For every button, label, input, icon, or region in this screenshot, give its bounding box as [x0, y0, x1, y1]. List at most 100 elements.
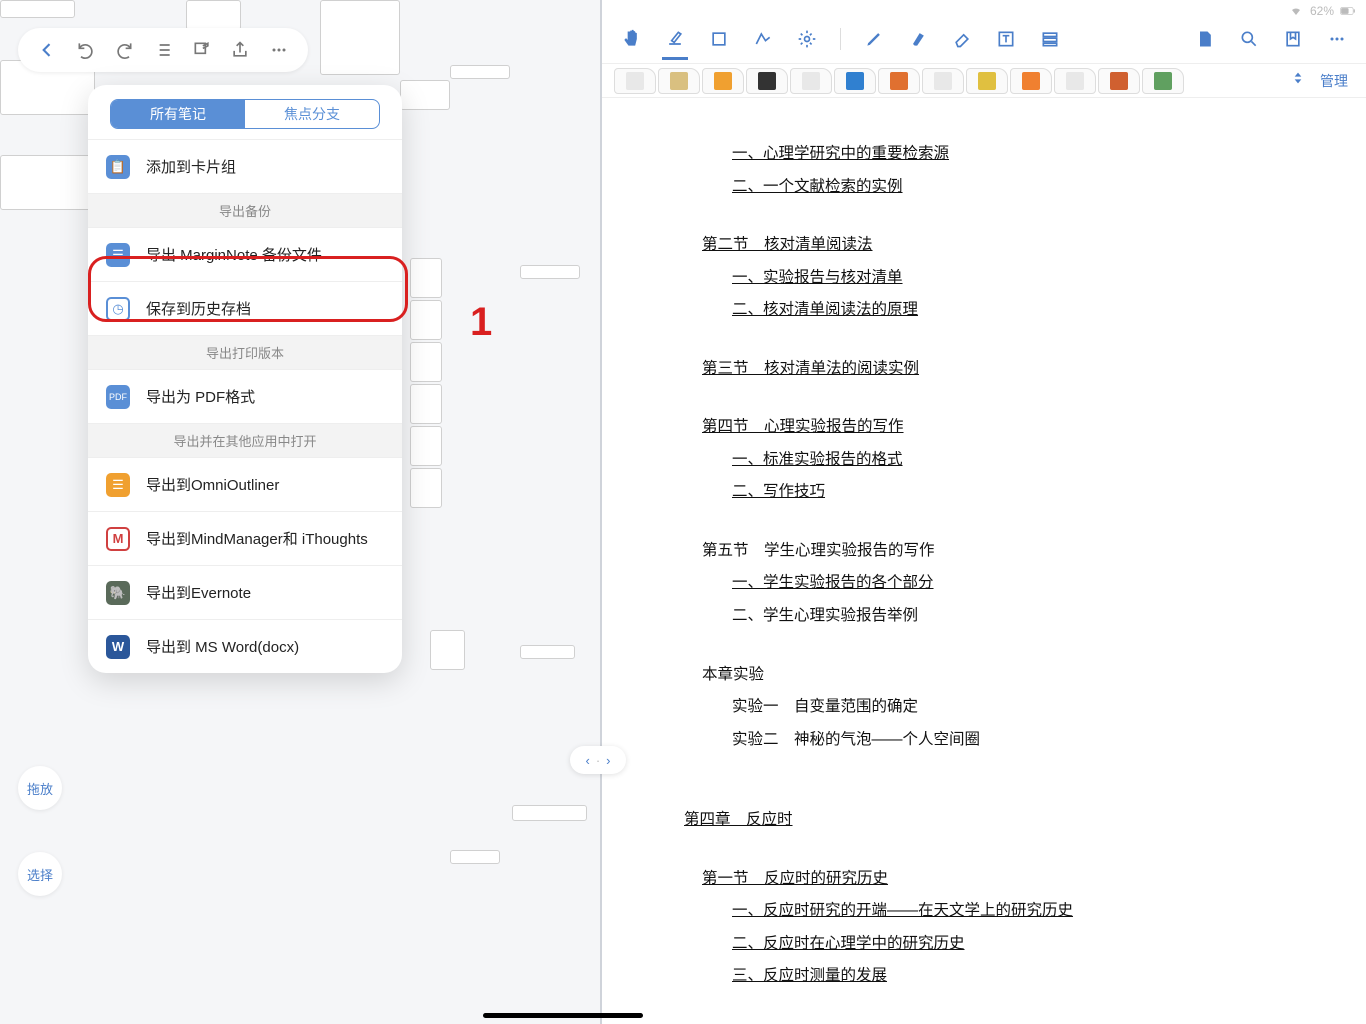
document-tab[interactable]: [922, 68, 964, 94]
document-tab[interactable]: [1010, 68, 1052, 94]
label: 导出为 PDF格式: [146, 386, 255, 407]
document-tab[interactable]: [702, 68, 744, 94]
history-icon: ◷: [106, 297, 130, 321]
label: 保存到历史存档: [146, 298, 251, 319]
share-button[interactable]: [227, 37, 253, 63]
seg-focus-branch[interactable]: 焦点分支: [245, 100, 379, 128]
sort-icon[interactable]: [1290, 70, 1306, 91]
toc-line[interactable]: 二、反应时在心理学中的研究历史: [732, 928, 1326, 961]
edit-button[interactable]: [189, 37, 215, 63]
undo-button[interactable]: [73, 37, 99, 63]
toc-line[interactable]: 第二节 核对清单阅读法: [702, 229, 1326, 262]
settings-icon[interactable]: [796, 28, 818, 50]
toc-line[interactable]: 实验一 自变量范围的确定: [732, 691, 1326, 724]
battery-icon: [1340, 5, 1356, 17]
document-tab[interactable]: [878, 68, 920, 94]
pdf-icon: PDF: [106, 385, 130, 409]
toc-line[interactable]: 一、标准实验报告的格式: [732, 444, 1326, 477]
toc-line[interactable]: 第一节 反应时的研究历史: [702, 863, 1326, 896]
toc-line[interactable]: 本章实验: [702, 659, 1326, 692]
export-marginnote-backup[interactable]: ☰ 导出 MarginNote 备份文件: [88, 227, 402, 281]
redo-button[interactable]: [111, 37, 137, 63]
toc-chapter[interactable]: 第四章 反应时: [684, 804, 1326, 837]
search-icon[interactable]: [1238, 28, 1260, 50]
more-icon[interactable]: [1326, 28, 1348, 50]
mindmanager-icon: M: [106, 527, 130, 551]
document-tabs: 管理: [602, 64, 1366, 98]
toc-line[interactable]: 一、学生实验报告的各个部分: [732, 567, 1326, 600]
marker-tool-icon[interactable]: [907, 28, 929, 50]
document-tab[interactable]: [746, 68, 788, 94]
label: 导出到MindManager和 iThoughts: [146, 528, 368, 549]
text-tool-icon[interactable]: [995, 28, 1017, 50]
toc-line[interactable]: 一、实验报告与核对清单: [732, 262, 1326, 295]
toc-line[interactable]: 第四节 心理实验报告的写作: [702, 411, 1326, 444]
eraser-tool-icon[interactable]: [951, 28, 973, 50]
document-tab[interactable]: [614, 68, 656, 94]
export-pdf[interactable]: PDF 导出为 PDF格式: [88, 369, 402, 423]
more-button[interactable]: [266, 37, 292, 63]
bookmark-icon[interactable]: [1282, 28, 1304, 50]
pen-tool-icon[interactable]: [863, 28, 885, 50]
toc-line[interactable]: 实验二 神秘的气泡——个人空间圈: [732, 724, 1326, 757]
tab-thumbnail: [670, 72, 688, 90]
export-omnioutliner[interactable]: ☰ 导出到OmniOutliner: [88, 457, 402, 511]
form-tool-icon[interactable]: [1039, 28, 1061, 50]
toc-line[interactable]: 二、写作技巧: [732, 476, 1326, 509]
crop-tool-icon[interactable]: [708, 28, 730, 50]
tab-thumbnail: [934, 72, 952, 90]
export-msword[interactable]: W 导出到 MS Word(docx): [88, 619, 402, 673]
document-tab[interactable]: [790, 68, 832, 94]
manage-tabs-button[interactable]: 管理: [1314, 71, 1354, 91]
chevron-left-icon: ‹: [585, 753, 589, 768]
outline-button[interactable]: [150, 37, 176, 63]
evernote-icon: 🐘: [106, 581, 130, 605]
export-popover: 所有笔记 焦点分支 📋 添加到卡片组 导出备份 ☰ 导出 MarginNote …: [88, 85, 402, 673]
pane-splitter[interactable]: ‹ · ›: [570, 746, 626, 774]
highlight-tool-icon[interactable]: [664, 28, 686, 50]
backup-icon: ☰: [106, 243, 130, 267]
document-tab[interactable]: [1142, 68, 1184, 94]
seg-all-notes[interactable]: 所有笔记: [111, 100, 245, 128]
toc-line[interactable]: 一、反应时研究的开端——在天文学上的研究历史: [732, 895, 1326, 928]
lasso-tool-icon[interactable]: [752, 28, 774, 50]
tab-thumbnail: [890, 72, 908, 90]
scope-segment[interactable]: 所有笔记 焦点分支: [110, 99, 380, 129]
wifi-icon: [1288, 5, 1304, 17]
toc-line[interactable]: 三、反应时测量的发展: [732, 960, 1326, 993]
toc-line[interactable]: 第五节 学生心理实验报告的写作: [702, 535, 1326, 568]
document-tab[interactable]: [834, 68, 876, 94]
add-to-cardset[interactable]: 📋 添加到卡片组: [88, 139, 402, 193]
select-mode-button[interactable]: 选择: [18, 852, 62, 896]
tab-thumbnail: [626, 72, 644, 90]
status-bar: 62%: [1288, 0, 1356, 22]
hand-tool-icon[interactable]: [620, 28, 642, 50]
toc-line[interactable]: 二、一个文献检索的实例: [732, 171, 1326, 204]
tab-thumbnail: [802, 72, 820, 90]
drag-mode-button[interactable]: 拖放: [18, 766, 62, 810]
home-indicator: [483, 1013, 643, 1018]
toc-line[interactable]: 第三节 核对清单法的阅读实例: [702, 353, 1326, 386]
document-tab[interactable]: [1054, 68, 1096, 94]
export-evernote[interactable]: 🐘 导出到Evernote: [88, 565, 402, 619]
export-mindmanager[interactable]: M 导出到MindManager和 iThoughts: [88, 511, 402, 565]
section-print: 导出打印版本: [88, 335, 402, 369]
chevron-right-icon: ›: [606, 753, 610, 768]
toc-line[interactable]: 二、核对清单阅读法的原理: [732, 294, 1326, 327]
document-tab[interactable]: [658, 68, 700, 94]
label: 导出到OmniOutliner: [146, 474, 279, 495]
document-tab[interactable]: [966, 68, 1008, 94]
document-content[interactable]: 一、心理学研究中的重要检索源 二、一个文献检索的实例 第二节 核对清单阅读法 一…: [602, 98, 1366, 1024]
document-toolbar: [602, 14, 1366, 64]
label: 导出到Evernote: [146, 582, 251, 603]
document-icon[interactable]: [1194, 28, 1216, 50]
toc-line[interactable]: 二、学生心理实验报告举例: [732, 600, 1326, 633]
word-icon: W: [106, 635, 130, 659]
section-open-in: 导出并在其他应用中打开: [88, 423, 402, 457]
toc-line[interactable]: 一、心理学研究中的重要检索源: [732, 138, 1326, 171]
tab-thumbnail: [978, 72, 996, 90]
tab-thumbnail: [1066, 72, 1084, 90]
back-button[interactable]: [34, 37, 60, 63]
save-history-archive[interactable]: ◷ 保存到历史存档: [88, 281, 402, 335]
document-tab[interactable]: [1098, 68, 1140, 94]
